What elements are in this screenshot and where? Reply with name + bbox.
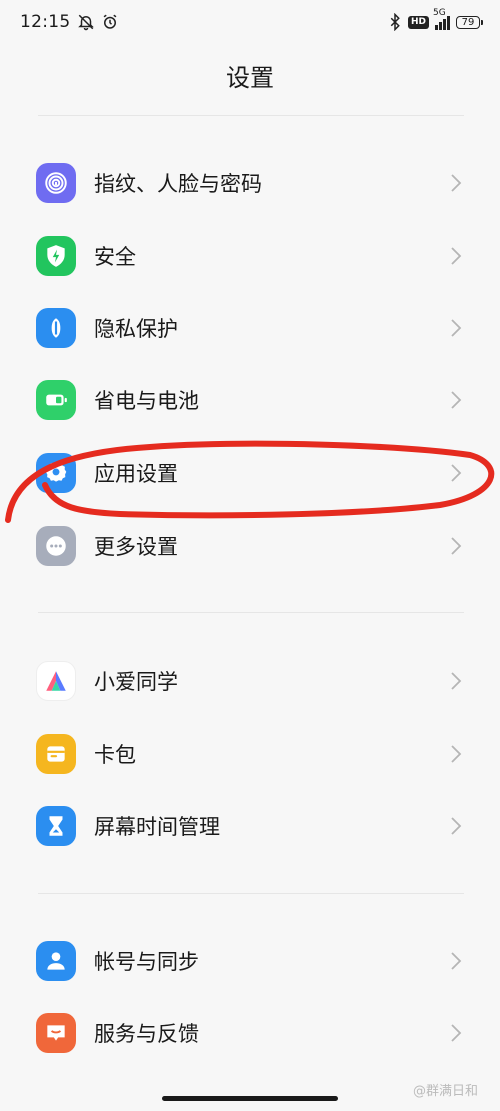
chevron-right-icon [451, 537, 462, 555]
setting-label: 指纹、人脸与密码 [94, 172, 262, 196]
setting-item-account-sync[interactable]: 帐号与同步 [0, 931, 500, 991]
watermark: @群满日和 [412, 1084, 478, 1099]
battery-icon [36, 380, 76, 420]
battery-level: 79 [461, 16, 475, 28]
setting-item-xiaoai[interactable]: 小爱同学 [0, 651, 500, 711]
more-dots-icon [36, 526, 76, 566]
chevron-right-icon [451, 745, 462, 763]
setting-item-privacy[interactable]: 隐私保护 [0, 298, 500, 358]
status-right: HD 5G 79 [388, 8, 483, 31]
status-time: 12:15 [20, 12, 71, 32]
shield-bolt-icon [36, 236, 76, 276]
setting-item-service-feedback[interactable]: 服务与反馈 [0, 1003, 500, 1063]
setting-item-fingerprint[interactable]: 指纹、人脸与密码 [0, 153, 500, 213]
divider [38, 612, 464, 613]
network-label: 5G [433, 8, 446, 18]
setting-item-app-settings[interactable]: 应用设置 [0, 443, 500, 503]
chevron-right-icon [451, 952, 462, 970]
chevron-right-icon [451, 672, 462, 690]
chevron-right-icon [451, 1024, 462, 1042]
setting-item-screen-time[interactable]: 屏幕时间管理 [0, 796, 500, 856]
setting-label: 更多设置 [94, 535, 178, 559]
chevron-right-icon [451, 174, 462, 192]
setting-label: 帐号与同步 [94, 950, 199, 974]
card-wallet-icon [36, 734, 76, 774]
feedback-icon [36, 1013, 76, 1053]
setting-item-card-wallet[interactable]: 卡包 [0, 724, 500, 784]
privacy-icon [36, 308, 76, 348]
setting-label: 卡包 [94, 743, 136, 767]
setting-label: 安全 [94, 245, 136, 269]
setting-item-battery[interactable]: 省电与电池 [0, 370, 500, 430]
battery-indicator: 79 [456, 15, 483, 29]
status-left: 12:15 [20, 12, 119, 32]
setting-label: 服务与反馈 [94, 1022, 199, 1046]
chevron-right-icon [451, 464, 462, 482]
setting-label: 应用设置 [94, 462, 178, 486]
page-title: 设置 [226, 64, 274, 92]
hourglass-icon [36, 806, 76, 846]
setting-item-security[interactable]: 安全 [0, 226, 500, 286]
home-indicator[interactable] [162, 1096, 338, 1101]
chevron-right-icon [451, 391, 462, 409]
alarm-icon [103, 14, 116, 29]
hd-badge: HD [407, 15, 429, 29]
setting-label: 小爱同学 [94, 670, 178, 694]
chevron-right-icon [451, 247, 462, 265]
setting-label: 隐私保护 [94, 317, 178, 341]
account-icon [36, 941, 76, 981]
setting-item-more-settings[interactable]: 更多设置 [0, 516, 500, 576]
bell-muted-icon [77, 14, 94, 31]
divider [38, 115, 464, 116]
chevron-right-icon [451, 319, 462, 337]
chevron-right-icon [451, 817, 462, 835]
signal-icon: 5G [433, 8, 450, 30]
divider [38, 893, 464, 894]
fingerprint-icon [36, 163, 76, 203]
setting-label: 屏幕时间管理 [94, 815, 220, 839]
setting-label: 省电与电池 [94, 389, 199, 413]
xiaoai-icon [36, 661, 76, 701]
gear-icon [36, 453, 76, 493]
status-bar: 12:15 HD 5G 79 [0, 0, 500, 44]
bluetooth-icon [390, 13, 400, 31]
